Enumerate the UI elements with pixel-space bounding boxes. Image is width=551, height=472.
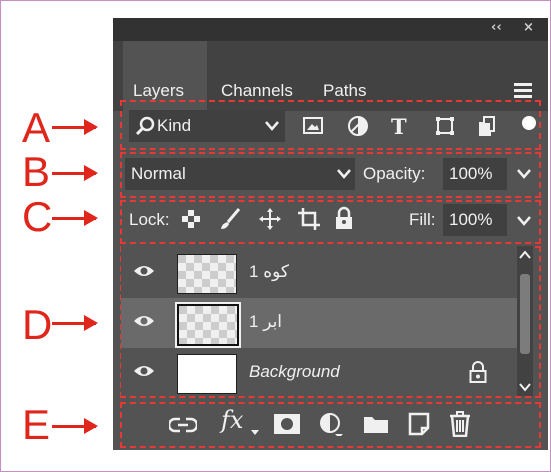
opacity-label: Opacity: (363, 164, 426, 183)
eye-visibility-icon[interactable] (133, 314, 155, 328)
layer-thumbnail (177, 254, 237, 294)
chevron-down-icon (265, 121, 279, 131)
blend-mode-select[interactable]: Normal (125, 158, 355, 190)
panel-footer: fx (113, 400, 548, 450)
scroll-down-icon[interactable] (519, 382, 531, 392)
svg-text:T: T (391, 115, 407, 137)
panel-titlebar: ‹‹ × (113, 18, 548, 41)
smart-object-filter-icon[interactable] (477, 115, 497, 137)
eye-visibility-icon[interactable] (133, 264, 155, 278)
fill-label: Fill: (409, 210, 436, 229)
type-filter-icon[interactable]: T (389, 115, 411, 137)
layer-row[interactable]: Background (121, 348, 517, 398)
link-layers-icon[interactable] (169, 415, 197, 435)
annotation-arrow-d (52, 315, 98, 331)
fx-icon[interactable]: fx (221, 406, 243, 434)
opacity-input[interactable]: 100% (443, 158, 507, 190)
eye-visibility-icon[interactable] (133, 364, 155, 378)
layer-name: Background (249, 362, 340, 381)
scroll-up-icon[interactable] (519, 250, 531, 260)
adjustment-layer-icon[interactable] (319, 412, 343, 436)
lock-paint-icon[interactable] (219, 207, 241, 231)
panel-menu-icon[interactable] (514, 83, 532, 101)
lock-artboard-icon[interactable] (297, 207, 321, 231)
layer-lock-icon[interactable] (469, 360, 487, 384)
annotation-label-d: D (22, 301, 53, 348)
layer-thumbnail (175, 302, 241, 348)
lock-transparent-icon[interactable] (181, 209, 201, 229)
blend-mode-value: Normal (131, 164, 186, 183)
chevron-down-icon (337, 169, 351, 179)
annotation-label-b: B (22, 148, 51, 195)
lock-all-icon[interactable] (335, 206, 353, 230)
opacity-value: 100% (449, 164, 493, 183)
annotation-label-c: C (22, 193, 53, 240)
annotation-arrow-a (52, 119, 98, 135)
collapse-panel-button[interactable]: ‹‹ (491, 20, 502, 35)
fill-value: 100% (449, 210, 493, 229)
filter-kind-label: Kind (157, 116, 192, 135)
opacity-dropdown-icon[interactable] (517, 168, 531, 180)
search-icon (135, 116, 155, 136)
layer-row-selected[interactable]: ابر 1 (121, 298, 517, 348)
filter-kind-select[interactable]: Kind (129, 110, 285, 142)
annotation-arrow-c (52, 210, 98, 226)
adjustment-filter-icon[interactable] (347, 115, 369, 137)
annotation-label-e: E (22, 401, 51, 448)
shape-filter-icon[interactable] (435, 116, 455, 136)
filter-toggle-icon[interactable] (521, 115, 537, 131)
layer-name: ابر 1 (249, 312, 283, 331)
layer-name: کوه 1 (249, 262, 289, 281)
layer-thumbnail (177, 354, 237, 394)
fx-dropdown-icon (251, 430, 259, 435)
layers-scrollbar[interactable] (517, 246, 533, 396)
scrollbar-thumb[interactable] (520, 274, 530, 354)
annotation-arrow-e (52, 418, 98, 434)
layers-list: کوه 1 ابر 1 Background (121, 246, 533, 396)
close-panel-button[interactable]: × (523, 20, 534, 35)
layer-row[interactable]: کوه 1 (121, 248, 517, 298)
new-layer-icon[interactable] (407, 412, 431, 436)
image-filter-icon[interactable] (303, 117, 323, 135)
lock-move-icon[interactable] (259, 208, 281, 230)
fill-dropdown-icon[interactable] (517, 215, 531, 227)
group-folder-icon[interactable] (363, 414, 389, 434)
lock-label: Lock: (129, 210, 170, 229)
trash-icon[interactable] (449, 411, 471, 437)
mask-icon[interactable] (273, 413, 301, 435)
layers-panel: ‹‹ × Layers Channels Paths Kind T Normal… (113, 18, 548, 450)
fill-input[interactable]: 100% (443, 204, 507, 236)
annotation-label-a: A (22, 104, 51, 151)
annotation-arrow-b (52, 165, 98, 181)
